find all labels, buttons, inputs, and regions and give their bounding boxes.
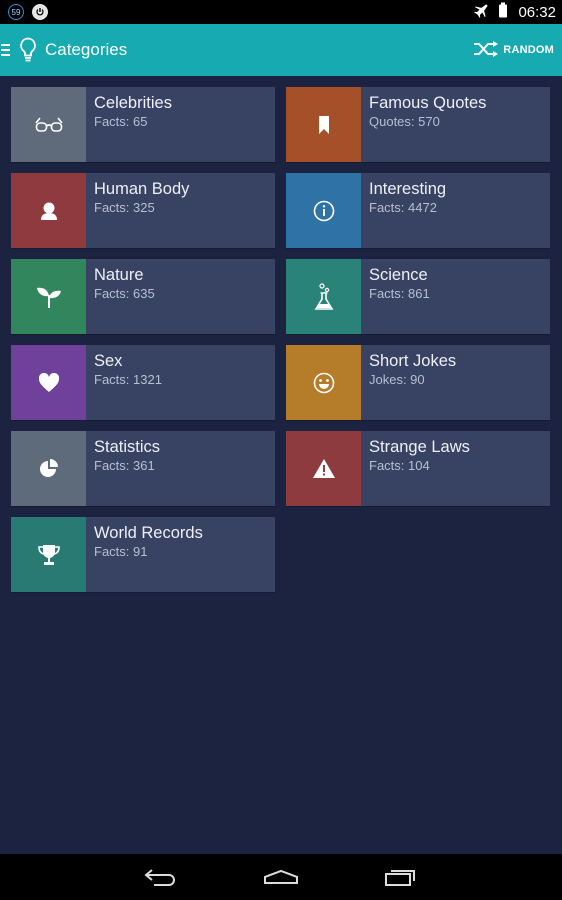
recent-apps-icon[interactable] — [381, 862, 421, 892]
status-right: 06:32 — [474, 2, 556, 23]
category-tile-world-records[interactable]: World Records Facts: 91 — [11, 517, 275, 592]
bookmark-icon — [286, 87, 361, 162]
category-tile-interesting[interactable]: Interesting Facts: 4472 — [286, 173, 550, 248]
menu-icon[interactable] — [1, 44, 13, 56]
info-icon — [286, 173, 361, 248]
random-button[interactable]: RANDOM — [473, 40, 554, 60]
category-tile-famous-quotes[interactable]: Famous Quotes Quotes: 570 — [286, 87, 550, 162]
home-icon[interactable] — [261, 862, 301, 892]
page-title: Categories — [45, 40, 128, 59]
power-icon — [32, 4, 48, 20]
category-tile-human-body[interactable]: Human Body Facts: 325 — [11, 173, 275, 248]
category-tile-celebrities[interactable]: Celebrities Facts: 65 — [11, 87, 275, 162]
clock: 06:32 — [518, 3, 556, 21]
system-nav-bar — [0, 854, 562, 900]
category-count: Facts: 1321 — [94, 372, 162, 387]
lightbulb-icon[interactable] — [19, 37, 37, 63]
airplane-mode-icon — [474, 2, 490, 23]
category-count: Facts: 91 — [94, 544, 148, 559]
category-count: Quotes: 570 — [369, 114, 440, 129]
category-name: Human Body — [94, 180, 190, 198]
flask-icon — [286, 259, 361, 334]
random-label: RANDOM — [503, 44, 554, 56]
category-tile-science[interactable]: Science Facts: 861 — [286, 259, 550, 334]
status-left: 59 — [8, 4, 48, 20]
category-count: Facts: 4472 — [369, 200, 437, 215]
category-name: Nature — [94, 266, 144, 284]
category-tile-nature[interactable]: Nature Facts: 635 — [11, 259, 275, 334]
category-name: Science — [369, 266, 428, 284]
category-name: Sex — [94, 352, 123, 370]
category-name: Celebrities — [94, 94, 172, 112]
heart-icon — [11, 345, 86, 420]
category-name: Strange Laws — [369, 438, 470, 456]
smiley-icon — [286, 345, 361, 420]
pie-chart-icon — [11, 431, 86, 506]
category-name: Statistics — [94, 438, 161, 456]
category-count: Facts: 325 — [94, 200, 155, 215]
warning-icon — [286, 431, 361, 506]
app-toolbar: Categories RANDOM — [0, 24, 562, 76]
category-grid: Celebrities Facts: 65 Famous Quotes Quot… — [11, 87, 551, 592]
category-count: Facts: 104 — [369, 458, 430, 473]
notification-badge-icon: 59 — [8, 4, 24, 20]
status-bar: 59 06:32 — [0, 0, 562, 24]
back-icon[interactable] — [141, 862, 181, 892]
category-tile-statistics[interactable]: Statistics Facts: 361 — [11, 431, 275, 506]
category-name: Interesting — [369, 180, 447, 198]
category-tile-short-jokes[interactable]: Short Jokes Jokes: 90 — [286, 345, 550, 420]
person-icon — [11, 173, 86, 248]
glasses-icon — [11, 87, 86, 162]
category-count: Facts: 635 — [94, 286, 155, 301]
category-name: World Records — [94, 524, 203, 542]
category-count: Jokes: 90 — [369, 372, 425, 387]
category-count: Facts: 861 — [369, 286, 430, 301]
battery-icon — [498, 2, 508, 23]
trophy-icon — [11, 517, 86, 592]
shuffle-icon — [473, 40, 499, 60]
category-name: Famous Quotes — [369, 94, 487, 112]
category-name: Short Jokes — [369, 352, 457, 370]
category-count: Facts: 361 — [94, 458, 155, 473]
category-tile-sex[interactable]: Sex Facts: 1321 — [11, 345, 275, 420]
category-count: Facts: 65 — [94, 114, 148, 129]
sprout-icon — [11, 259, 86, 334]
category-tile-strange-laws[interactable]: Strange Laws Facts: 104 — [286, 431, 550, 506]
